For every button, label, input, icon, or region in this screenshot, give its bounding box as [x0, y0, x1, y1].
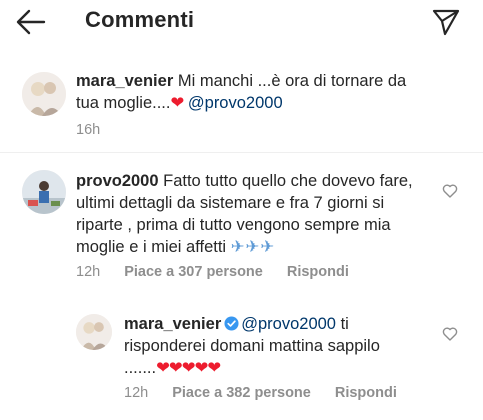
back-arrow-icon[interactable]: [14, 8, 48, 36]
caption-time: 16h: [76, 122, 101, 138]
reply-likes[interactable]: Piace a 382 persone: [172, 385, 311, 401]
avatar-image: [76, 314, 112, 350]
avatar[interactable]: [22, 72, 66, 116]
divider: [0, 152, 483, 153]
caption-text: mara_venier Mi manchi ...è ora di tornar…: [76, 70, 416, 114]
avatar[interactable]: [22, 170, 66, 214]
comment-time: 12h: [76, 264, 101, 280]
send-icon[interactable]: [430, 8, 462, 36]
reply-reply-button[interactable]: Rispondi: [335, 385, 397, 401]
reply-text: mara_venier @provo2000 ti risponderei dom…: [124, 313, 404, 379]
comment-reply-button[interactable]: Rispondi: [287, 264, 349, 280]
avatar-image: [22, 72, 66, 116]
caption-username[interactable]: mara_venier: [76, 72, 173, 90]
heart-outline-icon[interactable]: [442, 183, 458, 199]
header-bar: Commenti: [0, 0, 483, 44]
reply-username[interactable]: mara_venier: [124, 315, 221, 333]
reply-mention[interactable]: @provo2000: [241, 315, 336, 333]
comment-meta: 12h Piace a 307 persone Rispondi: [76, 264, 373, 280]
page-title: Commenti: [85, 7, 195, 32]
comment-text: provo2000 Fatto tutto quello che dovevo …: [76, 170, 416, 258]
comment-likes[interactable]: Piace a 307 persone: [124, 264, 263, 280]
heart-emoji: ❤❤❤❤❤: [156, 359, 221, 377]
caption-mention[interactable]: @provo2000: [188, 94, 283, 112]
heart-emoji: ❤: [170, 94, 184, 112]
verified-badge-icon: [224, 316, 239, 331]
heart-outline-icon[interactable]: [442, 326, 458, 342]
reply-time: 12h: [124, 385, 149, 401]
caption-meta: 16h: [76, 122, 124, 138]
airplane-emoji: ✈✈✈: [230, 238, 276, 256]
avatar[interactable]: [76, 314, 112, 350]
reply-meta: 12h Piace a 382 persone Rispondi: [124, 385, 421, 401]
comment-username[interactable]: provo2000: [76, 172, 159, 190]
avatar-image: [22, 170, 66, 214]
